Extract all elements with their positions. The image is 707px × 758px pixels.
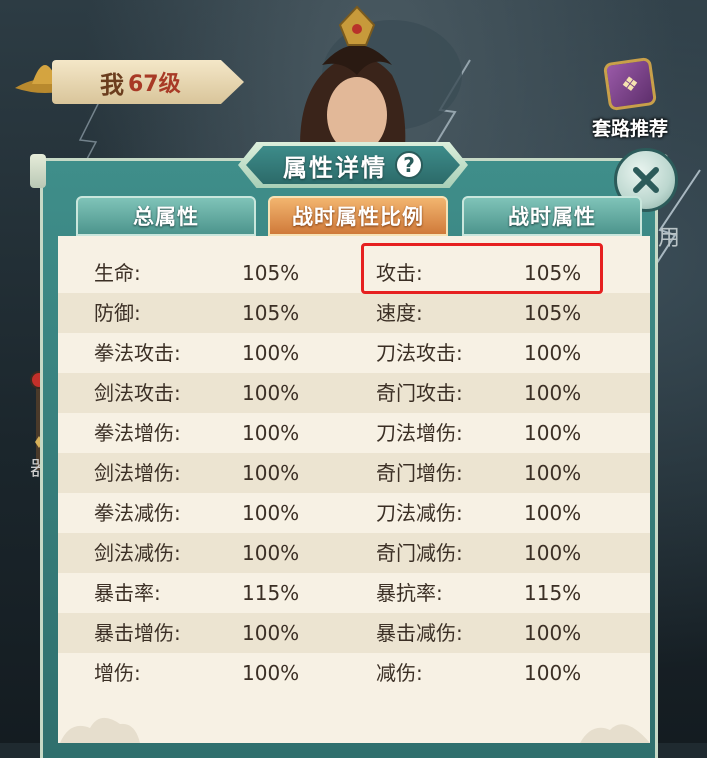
attribute-label: 增伤: (94, 661, 141, 685)
cloud-decoration-right (580, 724, 650, 743)
attribute-label: 奇门增伤: (376, 461, 463, 485)
attribute-value: 105% (242, 261, 300, 285)
attribute-label: 防御: (94, 301, 141, 325)
table-row: 防御: 105% 速度: 105% (58, 293, 650, 333)
attribute-label: 暴击增伤: (94, 621, 181, 645)
attribute-label: 暴抗率: (376, 581, 443, 605)
attribute-value: 100% (242, 381, 300, 405)
route-recommend-label: 套路推荐 (591, 118, 668, 140)
table-row: 暴击增伤: 100% 暴击减伤: 100% (58, 613, 650, 653)
attribute-label: 奇门减伤: (376, 541, 463, 565)
attribute-value: 100% (524, 421, 582, 445)
tab-total-attributes[interactable]: 总属性 (76, 196, 256, 236)
table-row: 拳法增伤: 100% 刀法增伤: 100% (58, 413, 650, 453)
attribute-value: 100% (524, 621, 582, 645)
table-row: 增伤: 100% 减伤: 100% (58, 653, 650, 693)
attribute-value: 115% (242, 581, 300, 605)
attribute-value: 100% (524, 661, 582, 685)
dialog-title-bar: 属性详情 ? (246, 146, 460, 184)
table-row: 拳法攻击: 100% 刀法攻击: 100% (58, 333, 650, 373)
scroll-end-left (30, 154, 46, 188)
tab-battle-attributes[interactable]: 战时属性 (462, 196, 642, 236)
attribute-label: 速度: (376, 301, 423, 325)
attribute-value: 100% (524, 341, 582, 365)
table-row: 拳法减伤: 100% 刀法减伤: 100% (58, 493, 650, 533)
attribute-label: 暴击减伤: (376, 621, 463, 645)
attribute-table: 生命: 105% 攻击: 105% 防御: 105% 速度: 105% 拳法攻击: 100% 刀法攻… (58, 236, 650, 743)
attribute-value: 100% (242, 341, 300, 365)
attribute-value: 105% (524, 301, 582, 325)
dialog-title: 属性详情 (283, 153, 387, 182)
route-recommend-button[interactable]: ❖ 套路推荐 (580, 56, 680, 142)
attribute-label: 刀法攻击: (376, 341, 463, 365)
table-row: 剑法攻击: 100% 奇门攻击: 100% (58, 373, 650, 413)
attribute-label: 拳法增伤: (94, 421, 181, 445)
attribute-label: 剑法减伤: (94, 541, 181, 565)
table-row: 剑法增伤: 100% 奇门增伤: 100% (58, 453, 650, 493)
attribute-value: 100% (524, 501, 582, 525)
cloud-decoration-left (60, 717, 140, 743)
attribute-label: 生命: (94, 261, 141, 285)
tab-battle-ratio[interactable]: 战时属性比例 (268, 196, 448, 236)
right-edge-text: 用 (658, 226, 681, 251)
attribute-label: 拳法减伤: (94, 501, 181, 525)
attribute-label: 拳法攻击: (94, 341, 181, 365)
highlight-box (361, 243, 603, 294)
attribute-label: 刀法增伤: (376, 421, 463, 445)
attribute-value: 100% (242, 621, 300, 645)
attribute-label: 奇门攻击: (376, 381, 463, 405)
attribute-label: 暴击率: (94, 581, 161, 605)
player-level-plate: 我 67级 (52, 60, 244, 104)
attribute-label: 剑法增伤: (94, 461, 181, 485)
close-icon (633, 167, 659, 193)
attribute-value: 100% (242, 541, 300, 565)
player-level: 67级 (128, 72, 181, 97)
attribute-label: 剑法攻击: (94, 381, 181, 405)
route-book-icon: ❖ (602, 56, 658, 112)
attribute-value: 105% (242, 301, 300, 325)
attribute-value: 100% (242, 421, 300, 445)
attribute-value: 100% (524, 541, 582, 565)
attribute-label: 刀法减伤: (376, 501, 463, 525)
attribute-value: 100% (524, 461, 582, 485)
table-row: 剑法减伤: 100% 奇门减伤: 100% (58, 533, 650, 573)
attribute-value: 100% (242, 661, 300, 685)
table-row: 暴击率: 115% 暴抗率: 115% (58, 573, 650, 613)
attribute-value: 100% (524, 381, 582, 405)
player-name: 我 (100, 70, 124, 99)
attribute-label: 减伤: (376, 661, 423, 685)
help-icon[interactable]: ? (395, 151, 423, 179)
attribute-value: 100% (242, 461, 300, 485)
attribute-value: 100% (242, 501, 300, 525)
attribute-value: 115% (524, 581, 582, 605)
